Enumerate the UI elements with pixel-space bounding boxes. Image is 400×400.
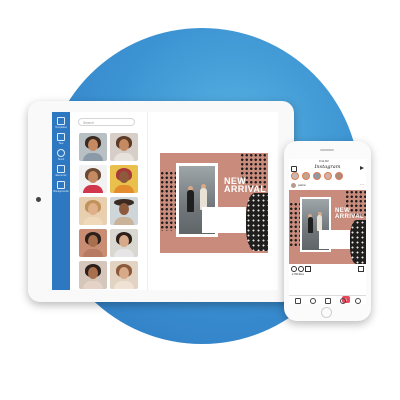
stock-photo[interactable] bbox=[79, 229, 107, 257]
sidebar-item-label: Templates bbox=[55, 126, 67, 129]
add-post-icon[interactable] bbox=[325, 298, 331, 304]
tablet-device: Templates Text Stock Elements Background… bbox=[28, 101, 294, 302]
heart-icon[interactable] bbox=[291, 266, 297, 272]
story-avatar[interactable] bbox=[313, 172, 321, 180]
search-input[interactable]: Search bbox=[78, 118, 135, 126]
search-icon[interactable] bbox=[310, 298, 316, 304]
sidebar-item-label: Backgrounds bbox=[53, 190, 69, 193]
stock-photo-panel: Search bbox=[70, 112, 148, 290]
design-headline: NEW ARRIVAL bbox=[224, 177, 267, 194]
more-icon[interactable]: ··· bbox=[360, 182, 364, 188]
story-avatar[interactable] bbox=[335, 172, 343, 180]
send-icon[interactable] bbox=[360, 166, 364, 170]
sidebar-item-label: Stock bbox=[57, 158, 65, 161]
post-headline: NEW ARRIVAL bbox=[335, 208, 365, 220]
activity-icon[interactable] bbox=[340, 298, 346, 304]
share-icon[interactable] bbox=[305, 266, 311, 272]
sidebar-item-templates[interactable]: Templates bbox=[52, 117, 70, 129]
comment-icon[interactable] bbox=[298, 266, 304, 272]
phone-home-button[interactable] bbox=[321, 307, 332, 318]
stock-photo[interactable] bbox=[79, 197, 107, 225]
stock-photo[interactable] bbox=[110, 197, 138, 225]
post-actions bbox=[291, 265, 364, 273]
stock-photo[interactable] bbox=[79, 133, 107, 161]
sidebar-item-stock[interactable]: Stock bbox=[52, 149, 70, 161]
post-image[interactable]: NEW ARRIVAL bbox=[289, 190, 366, 264]
stock-photo[interactable] bbox=[110, 261, 138, 289]
phone-screen: 9:41 AM Instagram pazzar ··· NEW ARRIVAL… bbox=[289, 159, 366, 304]
design-canvas: NEW ARRIVAL bbox=[148, 112, 278, 290]
phone-device: 9:41 AM Instagram pazzar ··· NEW ARRIVAL… bbox=[284, 141, 371, 321]
stock-photo[interactable] bbox=[110, 229, 138, 257]
story-avatar[interactable] bbox=[324, 172, 332, 180]
headline-line: ARRIVAL bbox=[224, 184, 267, 194]
elements-icon bbox=[57, 165, 65, 173]
tablet-screen: Templates Text Stock Elements Background… bbox=[52, 112, 278, 290]
sidebar-item-elements[interactable]: Elements bbox=[52, 165, 70, 177]
stock-photo[interactable] bbox=[79, 261, 107, 289]
avatar[interactable] bbox=[291, 183, 296, 188]
stock-icon bbox=[57, 149, 65, 157]
bottom-tab-bar bbox=[289, 295, 366, 304]
phone-speaker bbox=[320, 149, 334, 151]
stories-row bbox=[291, 172, 364, 182]
stock-photo[interactable] bbox=[110, 165, 138, 193]
editor-sidebar: Templates Text Stock Elements Background… bbox=[52, 112, 70, 290]
backgrounds-icon bbox=[57, 181, 65, 189]
likes-count: ♥ 999 likes bbox=[292, 273, 305, 276]
profile-icon[interactable] bbox=[355, 298, 361, 304]
stock-photo[interactable] bbox=[79, 165, 107, 193]
templates-icon bbox=[57, 117, 65, 125]
text-icon bbox=[57, 133, 65, 141]
post-header: pazzar ··· bbox=[291, 182, 364, 189]
stock-photo[interactable] bbox=[110, 133, 138, 161]
bookmark-icon[interactable] bbox=[358, 266, 364, 272]
sidebar-item-label: Text bbox=[58, 142, 64, 145]
tablet-home-button[interactable] bbox=[36, 197, 41, 202]
sidebar-item-backgrounds[interactable]: Backgrounds bbox=[52, 181, 70, 193]
design-text-box bbox=[202, 207, 246, 233]
post-username[interactable]: pazzar bbox=[298, 182, 306, 189]
sidebar-item-label: Elements bbox=[55, 174, 67, 177]
story-avatar[interactable] bbox=[302, 172, 310, 180]
sidebar-item-text[interactable]: Text bbox=[52, 133, 70, 145]
design-template[interactable]: NEW ARRIVAL bbox=[160, 153, 268, 253]
app-title: Instagram bbox=[314, 164, 341, 170]
home-icon[interactable] bbox=[295, 298, 301, 304]
story-avatar[interactable] bbox=[291, 172, 299, 180]
